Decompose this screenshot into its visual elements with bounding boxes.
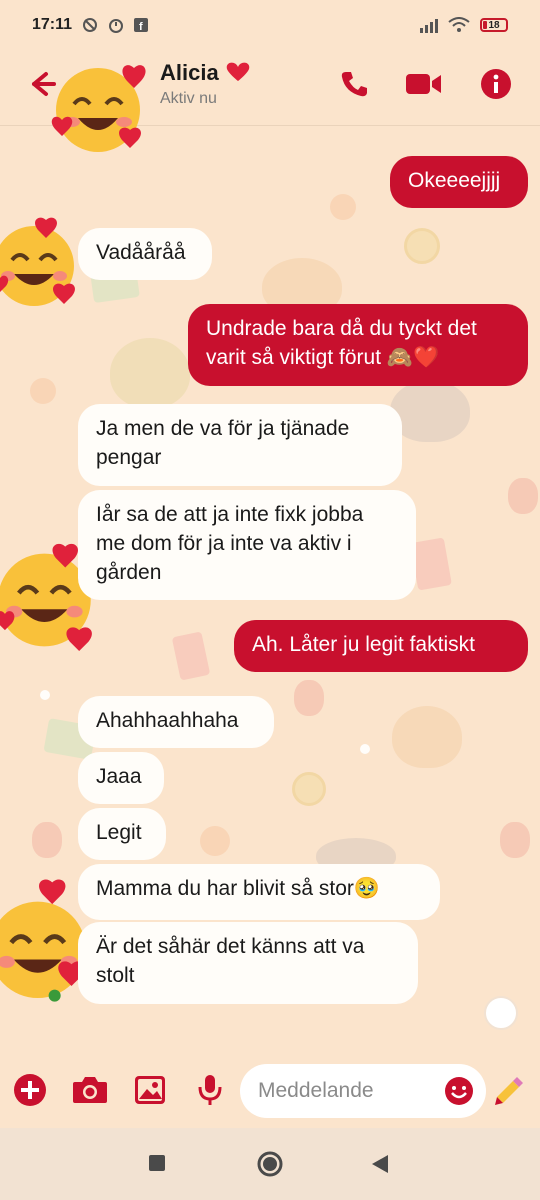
contact-avatar-emoji[interactable] [0, 874, 86, 1002]
message-bubble-incoming[interactable]: Ja men de va för ja tjänade pengar [78, 404, 402, 486]
facebook-icon: f [134, 18, 149, 32]
svg-text:f: f [139, 21, 143, 32]
background-envelope-decoration [410, 537, 452, 591]
message-text: Vadååråå [96, 241, 186, 264]
message-text: Jaaa [96, 765, 142, 788]
message-bubble-incoming[interactable]: Iår sa de att ja inte fixk jobba me dom … [78, 490, 416, 600]
background-dot-decoration [360, 744, 370, 754]
message-bubble-incoming[interactable]: Vadååråå [78, 228, 212, 280]
message-bubble-outgoing[interactable]: Undrade bara då du tyckt det varit så vi… [188, 304, 528, 386]
status-time: 17:11 [32, 16, 73, 33]
background-coin-decoration [404, 228, 440, 264]
system-nav-bar [0, 1128, 540, 1200]
message-text: Ahahhaahhaha [96, 709, 239, 732]
contact-avatar-emoji[interactable] [0, 542, 92, 652]
message-input[interactable]: Meddelande [240, 1064, 486, 1118]
battery-icon: 18 [480, 18, 508, 32]
message-bubble-outgoing[interactable]: Okeeeejjjj [390, 156, 528, 208]
background-cat-decoration [110, 338, 190, 408]
background-orange-decoration [200, 826, 230, 856]
microphone-icon[interactable] [190, 1068, 230, 1112]
background-cat-decoration [392, 706, 462, 768]
contact-status: Aktiv nu [160, 90, 217, 107]
background-cat-decoration [390, 380, 470, 442]
emoji-icon[interactable] [444, 1076, 474, 1106]
contact-avatar[interactable] [50, 58, 150, 158]
heart-icon [226, 62, 250, 81]
recents-icon[interactable] [148, 1154, 166, 1177]
back-icon[interactable] [370, 1153, 390, 1180]
background-lantern-decoration [294, 680, 324, 716]
contact-avatar-emoji[interactable] [0, 216, 78, 306]
background-lantern-decoration [500, 822, 530, 858]
message-text: Iår sa de att ja inte fixk jobba me dom … [96, 503, 364, 584]
message-text: Är det såhär det känns att va stolt [96, 935, 365, 987]
background-orange-decoration [30, 378, 56, 404]
home-icon[interactable] [256, 1150, 284, 1183]
message-bubble-incoming[interactable]: Mamma du har blivit så stor🥹 [78, 864, 440, 920]
message-text: Ah. Låter ju legit faktiskt [252, 633, 475, 656]
chat-header: Alicia Aktiv nu [0, 50, 540, 152]
message-input-placeholder: Meddelande [258, 1079, 374, 1102]
message-text: Ja men de va för ja tjänade pengar [96, 417, 350, 469]
wifi-icon [448, 17, 470, 32]
phone-icon[interactable] [334, 64, 374, 104]
message-bubble-outgoing[interactable]: Ah. Låter ju legit faktiskt [234, 620, 528, 672]
background-envelope-decoration [171, 631, 211, 681]
message-bubble-incoming[interactable]: Legit [78, 808, 166, 860]
message-text: Okeeeejjjj [408, 169, 501, 192]
alarm-icon [109, 19, 124, 33]
seen-indicator [484, 996, 518, 1030]
background-orange-decoration [330, 194, 356, 220]
battery-level: 18 [488, 19, 500, 31]
message-text: Mamma du har blivit så stor🥹 [96, 877, 381, 900]
video-call-icon[interactable] [404, 64, 444, 104]
signal-icon [420, 17, 438, 33]
camera-icon[interactable] [70, 1068, 110, 1112]
message-bubble-incoming[interactable]: Är det såhär det känns att va stolt [78, 922, 418, 1004]
add-icon[interactable] [10, 1068, 50, 1112]
message-text: Legit [96, 821, 142, 844]
status-bar: 17:11 f 18 [0, 0, 540, 50]
background-lantern-decoration [32, 822, 62, 858]
gallery-icon[interactable] [130, 1068, 170, 1112]
contact-name-text: Alicia [160, 60, 219, 85]
sticker-icon[interactable] [490, 1068, 530, 1112]
info-icon[interactable] [476, 64, 516, 104]
notification-icon [83, 18, 98, 32]
background-dot-decoration [40, 690, 50, 700]
message-text: Undrade bara då du tyckt det varit så vi… [206, 317, 477, 369]
message-bubble-incoming[interactable]: Jaaa [78, 752, 164, 804]
message-bubble-incoming[interactable]: Ahahhaahhaha [78, 696, 274, 748]
background-coin-decoration [292, 772, 326, 806]
background-lantern-decoration [508, 478, 538, 514]
contact-name[interactable]: Alicia [160, 60, 251, 86]
